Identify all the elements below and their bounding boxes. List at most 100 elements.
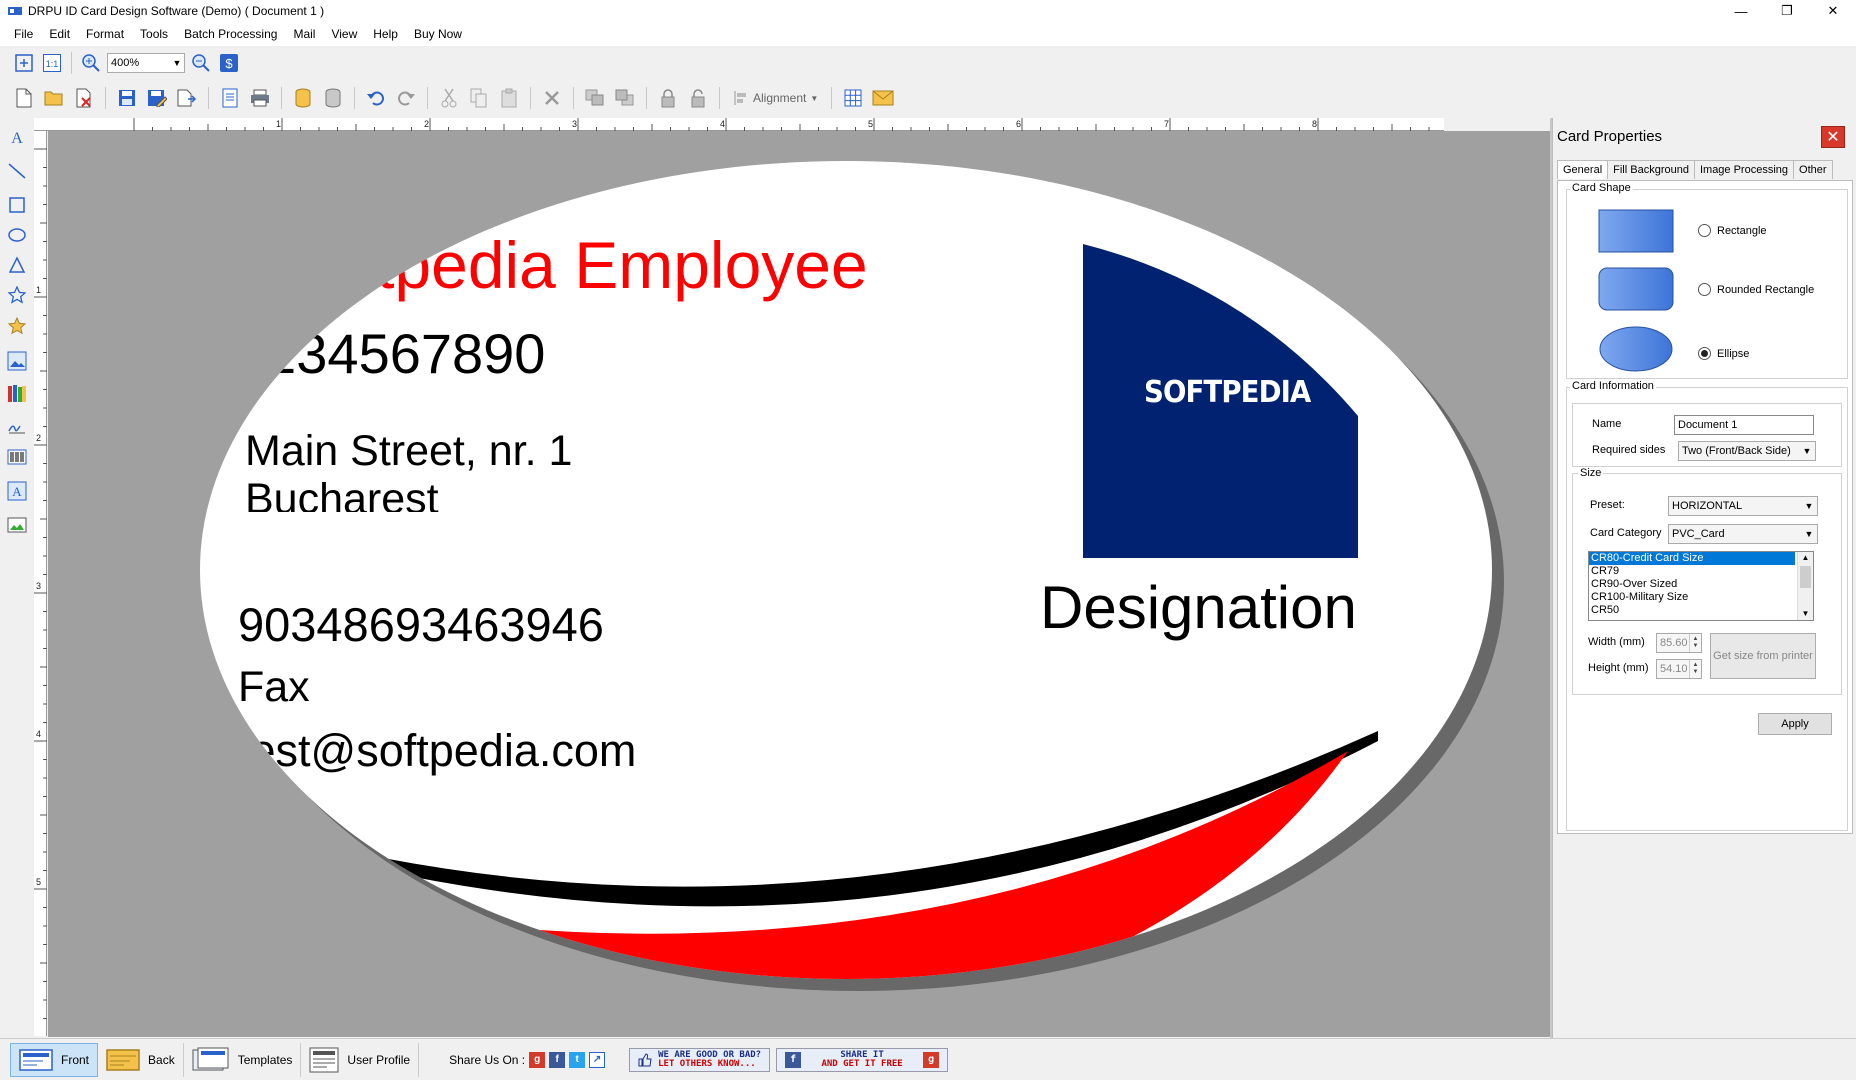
zoom-in-button[interactable] bbox=[79, 51, 103, 75]
line-tool[interactable] bbox=[4, 158, 30, 184]
get-size-from-printer-button[interactable]: Get size from printer bbox=[1710, 633, 1816, 679]
panel-close-button[interactable]: ✕ bbox=[1821, 126, 1845, 148]
triangle-tool[interactable] bbox=[4, 252, 30, 278]
card-category-select[interactable]: PVC_Card ▼ bbox=[1668, 524, 1818, 544]
tab-general[interactable]: General bbox=[1557, 160, 1609, 179]
bring-front-button[interactable] bbox=[583, 86, 607, 110]
rectangle-radio[interactable]: Rectangle bbox=[1698, 224, 1767, 237]
print-button[interactable] bbox=[248, 86, 272, 110]
preset-select[interactable]: HORIZONTAL ▼ bbox=[1668, 496, 1818, 516]
save-as-button[interactable] bbox=[145, 86, 169, 110]
twitter-icon[interactable]: t bbox=[569, 1051, 586, 1068]
stepper-arrows-icon[interactable]: ▲ ▼ bbox=[1689, 634, 1701, 652]
width-stepper[interactable]: 85.60 ▲ ▼ bbox=[1656, 633, 1702, 653]
image-tool[interactable] bbox=[4, 512, 30, 538]
tab-fill-background[interactable]: Fill Background bbox=[1607, 160, 1695, 179]
send-back-button[interactable] bbox=[613, 86, 637, 110]
list-item[interactable]: CR80-Credit Card Size bbox=[1589, 552, 1795, 565]
picture-tool[interactable] bbox=[4, 348, 30, 374]
rounded-rectangle-shape-preview[interactable] bbox=[1598, 267, 1674, 311]
menu-view[interactable]: View bbox=[323, 27, 365, 41]
share-banner[interactable]: f SHARE IT AND GET IT FREE g bbox=[776, 1047, 949, 1072]
list-item[interactable]: CR50 bbox=[1589, 604, 1795, 617]
ellipse-shape-preview[interactable] bbox=[1598, 325, 1674, 373]
text-tool[interactable]: A bbox=[4, 124, 30, 150]
redo-button[interactable] bbox=[394, 86, 418, 110]
copy-button[interactable] bbox=[467, 86, 491, 110]
menu-tools[interactable]: Tools bbox=[132, 27, 176, 41]
barcode-tool[interactable] bbox=[4, 444, 30, 470]
google-plus-icon[interactable]: g bbox=[529, 1051, 546, 1068]
list-item[interactable]: CR79 bbox=[1589, 565, 1795, 578]
facebook-icon[interactable]: f bbox=[549, 1051, 566, 1068]
delete-button[interactable] bbox=[540, 86, 564, 110]
list-item[interactable]: CR100-Military Size bbox=[1589, 591, 1795, 604]
library-tool[interactable] bbox=[4, 380, 30, 406]
menu-format[interactable]: Format bbox=[78, 27, 132, 41]
scroll-down-icon[interactable]: ▼ bbox=[1798, 608, 1813, 620]
menu-batch-processing[interactable]: Batch Processing bbox=[176, 27, 285, 41]
list-scrollbar[interactable]: ▲ ▼ bbox=[1797, 552, 1813, 620]
rectangle-tool[interactable] bbox=[4, 192, 30, 218]
stepper-arrows-icon[interactable]: ▲ ▼ bbox=[1689, 660, 1701, 678]
undo-button[interactable] bbox=[364, 86, 388, 110]
grid-button[interactable] bbox=[841, 86, 865, 110]
paste-button[interactable] bbox=[497, 86, 521, 110]
rectangle-shape-preview[interactable] bbox=[1598, 209, 1674, 253]
card-fax[interactable]: Fax bbox=[238, 663, 310, 712]
database-settings-button[interactable] bbox=[321, 86, 345, 110]
card-address-line1[interactable]: Main Street, nr. 1 bbox=[245, 427, 572, 476]
card-email[interactable]: test@softpedia.com bbox=[238, 725, 636, 777]
zoom-out-button[interactable] bbox=[189, 51, 213, 75]
templates-button[interactable]: Templates bbox=[184, 1042, 302, 1077]
ellipse-radio[interactable]: Ellipse bbox=[1698, 347, 1749, 360]
card-designation[interactable]: Designation bbox=[1040, 573, 1357, 642]
share-link-icon[interactable]: ↗ bbox=[589, 1051, 606, 1068]
card-phone[interactable]: 90348693463946 bbox=[238, 597, 604, 652]
menu-file[interactable]: File bbox=[6, 27, 41, 41]
tab-other[interactable]: Other bbox=[1793, 160, 1833, 179]
unlock-button[interactable] bbox=[686, 86, 710, 110]
open-button[interactable] bbox=[42, 86, 66, 110]
feedback-banner[interactable]: WE ARE GOOD OR BAD? LET OTHERS KNOW... bbox=[629, 1047, 771, 1072]
menu-mail[interactable]: Mail bbox=[285, 27, 323, 41]
card-address-line2[interactable]: Bucharest bbox=[245, 475, 439, 512]
minimize-button[interactable]: — bbox=[1718, 0, 1764, 22]
restore-button[interactable]: ❐ bbox=[1764, 0, 1810, 22]
list-item[interactable]: CR90-Over Sized bbox=[1589, 578, 1795, 591]
tab-image-processing[interactable]: Image Processing bbox=[1693, 160, 1795, 179]
save-button[interactable] bbox=[115, 86, 139, 110]
scroll-up-icon[interactable]: ▲ bbox=[1798, 552, 1813, 564]
ellipse-tool[interactable] bbox=[4, 222, 30, 248]
lock-button[interactable] bbox=[656, 86, 680, 110]
mail-button[interactable] bbox=[871, 86, 895, 110]
card-size-list[interactable]: CR80-Credit Card Size CR79 CR90-Over Siz… bbox=[1588, 551, 1814, 621]
required-sides-select[interactable]: Two (Front/Back Side) ▼ bbox=[1678, 441, 1816, 461]
buy-button[interactable]: $ bbox=[217, 51, 241, 75]
symbol-tool[interactable] bbox=[4, 314, 30, 340]
export-button[interactable] bbox=[175, 86, 199, 110]
actual-size-button[interactable]: 1:1 bbox=[40, 51, 64, 75]
close-button[interactable]: ✕ bbox=[1810, 0, 1856, 22]
close-document-button[interactable] bbox=[72, 86, 96, 110]
apply-button[interactable]: Apply bbox=[1758, 713, 1832, 735]
star-tool[interactable] bbox=[4, 282, 30, 308]
zoom-select[interactable]: 400% ▼ bbox=[107, 53, 185, 73]
back-side-button[interactable]: Back bbox=[98, 1042, 184, 1077]
alignment-dropdown[interactable]: Alignment ▼ bbox=[729, 90, 822, 106]
menu-buy-now[interactable]: Buy Now bbox=[406, 27, 470, 41]
fit-to-window-button[interactable] bbox=[12, 51, 36, 75]
cut-button[interactable] bbox=[437, 86, 461, 110]
height-stepper[interactable]: 54.10 ▲ ▼ bbox=[1656, 659, 1702, 679]
design-canvas[interactable]: Softpedia Employee 1234567890 Main Stree… bbox=[48, 131, 1550, 1037]
new-button[interactable] bbox=[12, 86, 36, 110]
watermark-tool[interactable]: A bbox=[4, 478, 30, 504]
front-side-button[interactable]: Front bbox=[10, 1042, 99, 1077]
signature-tool[interactable] bbox=[4, 412, 30, 438]
menu-edit[interactable]: Edit bbox=[41, 27, 78, 41]
print-preview-button[interactable] bbox=[218, 86, 242, 110]
database-button[interactable] bbox=[291, 86, 315, 110]
scroll-thumb[interactable] bbox=[1800, 566, 1811, 588]
name-input[interactable]: Document 1 bbox=[1674, 415, 1814, 435]
user-profile-button[interactable]: User Profile bbox=[301, 1042, 420, 1077]
